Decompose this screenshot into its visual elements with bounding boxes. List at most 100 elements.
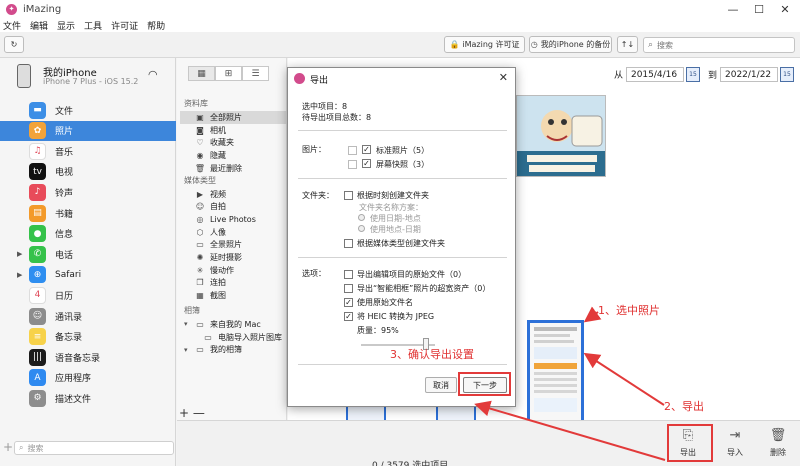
delete-label: 删除 [770, 448, 786, 457]
selected-count: 选中项目：8 [302, 102, 348, 111]
library-item[interactable]: ✳ 慢动作 [180, 264, 287, 277]
library-item[interactable]: ▭ 全景照片 [180, 238, 287, 251]
phone-icon: ✆ [29, 245, 46, 263]
library-item[interactable]: ⬡ 人像 [180, 226, 287, 239]
search-box[interactable]: ⌕ [643, 37, 795, 53]
close-button[interactable]: ✕ [772, 0, 798, 18]
standard-photos-checkbox[interactable]: ✓ [362, 145, 371, 154]
delete-button[interactable]: 🗑 删除 [760, 425, 796, 465]
expand-caret-icon[interactable]: ▾ [184, 320, 188, 328]
lock-icon: 🔒 [449, 40, 460, 49]
backup-button[interactable]: ◷ 我的iPhone 的备份 [529, 36, 612, 53]
cancel-button[interactable]: 取消 [425, 377, 457, 393]
wifi-icon: ◠ [148, 68, 158, 81]
library-item[interactable]: ▾ ▭ 我的相簿 [180, 343, 287, 356]
divider [298, 178, 507, 179]
export-original-checkbox[interactable] [344, 270, 353, 279]
sidebar-item[interactable]: A 应用程序 [0, 368, 176, 388]
library-item-label: 最近删除 [210, 163, 242, 173]
import-button[interactable]: ⇥ 导入 [717, 425, 753, 465]
library-item-label: 视频 [210, 189, 226, 199]
expand-caret-icon[interactable]: ▾ [184, 346, 188, 354]
menu-tools[interactable]: 工具 [84, 19, 102, 32]
album-add-remove-buttons[interactable]: + — [179, 406, 205, 420]
expand-caret-icon[interactable]: ▶ [17, 250, 22, 258]
sidebar-item[interactable]: ≡ 备忘录 [0, 327, 176, 347]
heic-to-jpeg-checkbox[interactable]: ✓ [344, 312, 353, 321]
library-item[interactable]: ▭ 电脑导入照片图库 [180, 331, 287, 344]
library-item[interactable]: ▦ 截图 [180, 289, 287, 302]
expand-caret-icon[interactable]: ▶ [17, 271, 22, 279]
list-view-button[interactable]: ▦ [188, 66, 215, 81]
sidebar-item-label: 音乐 [55, 147, 74, 158]
library-item[interactable]: ◎ Live Photos [180, 213, 287, 226]
sidebar-item[interactable]: ▤ 书籍 [0, 203, 176, 223]
original-filename-checkbox[interactable]: ✓ [344, 298, 353, 307]
date-to-input[interactable]: 2022/1/22 [720, 67, 778, 82]
folder-by-time-checkbox[interactable] [344, 191, 353, 200]
pictures-label: 图片： [302, 145, 326, 154]
library-item[interactable]: ☺ 自拍 [180, 200, 287, 213]
heic-to-jpeg-label: 将 HEIC 转换为 JPEG [357, 312, 435, 321]
sidebar-item[interactable]: ▬ 文件 [0, 100, 176, 120]
screenshots-checkbox[interactable]: ✓ [362, 159, 371, 168]
license-button[interactable]: 🔒 iMazing 许可证 [444, 36, 525, 53]
detail-view-button[interactable]: ☰ [242, 66, 269, 81]
menu-edit[interactable]: 编辑 [30, 19, 48, 32]
add-device-button[interactable]: + [3, 440, 13, 454]
sidebar-item[interactable]: ||| 语音备忘录 [0, 347, 176, 367]
library-item-label: 我的相簿 [210, 345, 242, 355]
sidebar-item-label: 语音备忘录 [55, 353, 101, 364]
sidebar-item[interactable]: ▶ ✆ 电话 [0, 244, 176, 264]
menu-file[interactable]: 文件 [3, 19, 21, 32]
refresh-button[interactable]: ↻ [4, 36, 24, 53]
library-item[interactable]: 🗑 最近删除 [180, 162, 287, 175]
sidebar-item[interactable]: 4 日历 [0, 285, 176, 305]
library-item[interactable]: ▶ 视频 [180, 188, 287, 201]
library-item[interactable]: ❐ 连拍 [180, 276, 287, 289]
library-item[interactable]: ◙ 相机 [180, 124, 287, 137]
menu-license[interactable]: 许可证 [111, 19, 138, 32]
sidebar-item[interactable]: ● 信息 [0, 224, 176, 244]
date-place-label: 使用日期-地点 [370, 214, 421, 223]
maximize-button[interactable]: ☐ [746, 0, 772, 18]
pictures-all-checkbox[interactable] [348, 146, 357, 155]
export-smart-frame-checkbox[interactable] [344, 284, 353, 293]
sidebar-item[interactable]: ▶ ⊕ Safari [0, 265, 176, 285]
library-item-label: 来自我的 Mac [210, 319, 261, 329]
menu-help[interactable]: 帮助 [147, 19, 165, 32]
menu-view[interactable]: 显示 [57, 19, 75, 32]
sidebar-item[interactable]: tv 电视 [0, 162, 176, 182]
library-item[interactable]: ◉ 隐藏 [180, 149, 287, 162]
selected-photo-thumbnail[interactable] [527, 320, 584, 425]
library-item[interactable]: ✺ 延时摄影 [180, 251, 287, 264]
minimize-button[interactable]: — [720, 0, 746, 18]
library-item[interactable]: ♡ 收藏夹 [180, 136, 287, 149]
dialog-close-button[interactable]: ✕ [499, 71, 508, 84]
place-date-radio[interactable] [358, 225, 365, 232]
grid-view-button[interactable]: ⊞ [215, 66, 242, 81]
calendar-icon[interactable]: 15 [685, 67, 700, 82]
sidebar-item[interactable]: ♪ 铃声 [0, 182, 176, 202]
sidebar-item[interactable]: ✿ 照片 [0, 120, 176, 141]
pictures-sub-checkbox[interactable] [348, 160, 357, 169]
sidebar-item[interactable]: ☺ 通讯录 [0, 306, 176, 326]
date-place-radio[interactable] [358, 214, 365, 221]
library-item[interactable]: ▣ 全部照片 [180, 111, 287, 124]
search-input[interactable] [657, 40, 778, 50]
backup-icon: ◷ [530, 40, 538, 49]
sidebar-item[interactable]: ⚙ 描述文件 [0, 388, 176, 408]
library-item[interactable]: ▾ ▭ 来自我的 Mac [180, 318, 287, 331]
screenshots-label: 屏幕快照（3） [376, 160, 430, 169]
photo-thumbnail[interactable] [516, 95, 606, 177]
folder-by-media-checkbox[interactable] [344, 239, 353, 248]
sort-button[interactable]: ↑↓ [617, 36, 638, 53]
sidebar-search-box[interactable]: ⌕ 搜索 [14, 441, 174, 455]
date-filter: 从 2015/4/16 15 到 2022/1/22 15 [614, 67, 794, 82]
calendar-icon[interactable]: 15 [780, 67, 794, 82]
sidebar-item[interactable]: ♫ 音乐 [0, 141, 176, 161]
import-label: 导入 [727, 448, 743, 457]
date-from-input[interactable]: 2015/4/16 [625, 67, 684, 82]
place-date-label: 使用地点-日期 [370, 225, 421, 234]
annotation-step3: 3、确认导出设置 [390, 348, 474, 361]
